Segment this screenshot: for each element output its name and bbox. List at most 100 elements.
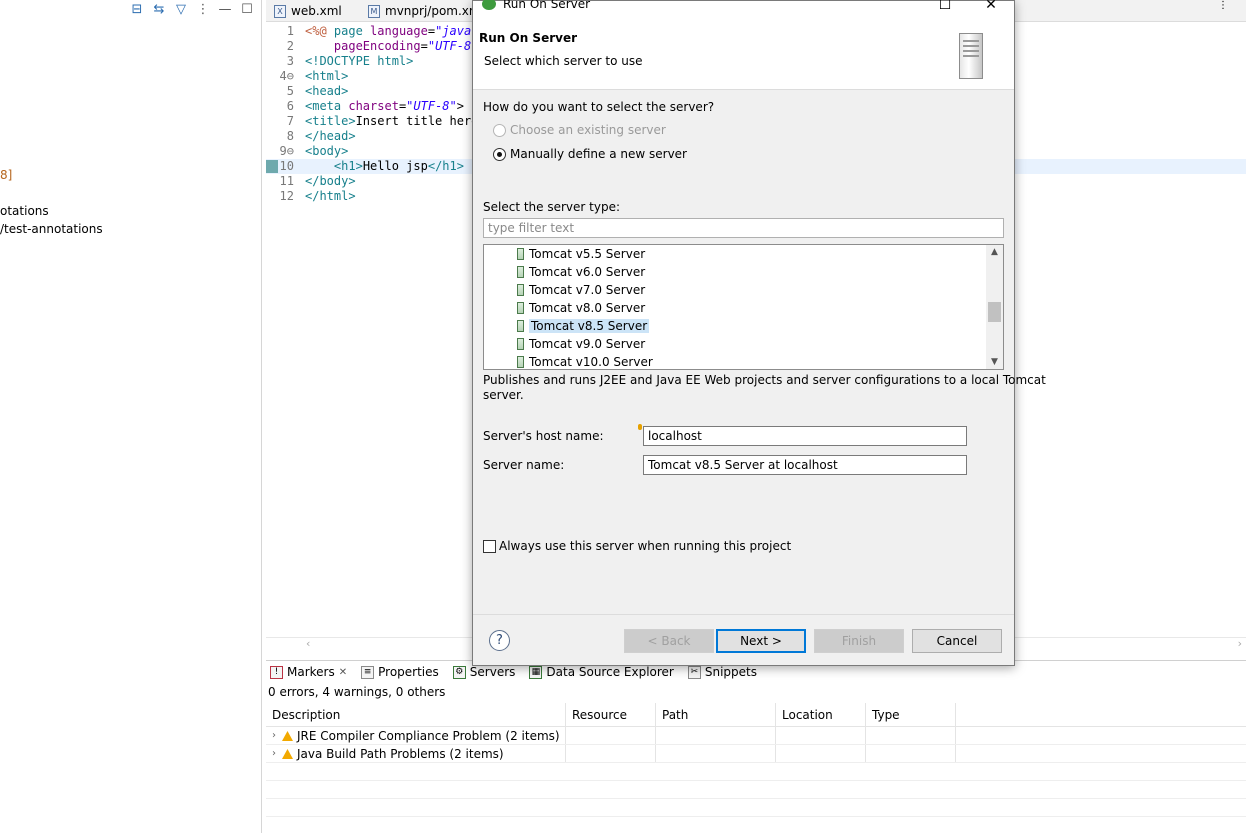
tab-servers[interactable]: ⚙ Servers: [452, 665, 515, 679]
host-name-field[interactable]: localhost: [643, 426, 967, 446]
close-icon[interactable]: ✕: [981, 0, 1001, 15]
maximize-icon[interactable]: ☐: [935, 0, 955, 15]
back-button[interactable]: < Back: [624, 629, 714, 653]
scroll-left-icon[interactable]: ‹: [306, 637, 310, 650]
radio-manual-label: Manually define a new server: [510, 147, 687, 161]
xml-file-icon: X: [274, 4, 286, 18]
tab-label: web.xml: [291, 4, 342, 18]
list-item[interactable]: Tomcat v8.0 Server: [517, 299, 645, 316]
always-use-checkbox[interactable]: [483, 540, 496, 553]
list-scrollbar[interactable]: ▲ ▼: [986, 245, 1003, 369]
tab-web-xml[interactable]: X web.xml: [274, 2, 342, 20]
list-item[interactable]: Tomcat v10.0 Server: [517, 353, 653, 369]
description-cell: › JRE Compiler Compliance Problem (2 item…: [266, 727, 566, 744]
dialog-banner: Run On Server Select which server to use: [473, 15, 1014, 90]
column-header-description[interactable]: Description: [266, 703, 566, 726]
list-item[interactable]: Tomcat v9.0 Server: [517, 335, 645, 352]
properties-icon: ≡: [361, 665, 375, 679]
dialog-titlebar[interactable]: Run On Server ☐ ✕: [473, 0, 1014, 15]
link-editor-icon[interactable]: ⇆: [151, 2, 167, 18]
tomcat-server-icon: [517, 319, 524, 332]
view-menu-icon[interactable]: ⋮: [195, 2, 211, 18]
line-number: 2: [286, 39, 294, 53]
column-header-type[interactable]: Type: [866, 703, 956, 726]
table-row[interactable]: › JRE Compiler Compliance Problem (2 item…: [266, 727, 1246, 745]
line-number: 9⊖: [279, 144, 294, 158]
list-item[interactable]: Tomcat v7.0 Server: [517, 281, 645, 298]
line-number: 12: [279, 189, 294, 203]
tree-item[interactable]: otations: [0, 204, 49, 218]
warning-icon: [282, 749, 293, 759]
tomcat-server-icon: [517, 283, 524, 296]
column-header-resource[interactable]: Resource: [566, 703, 656, 726]
list-item-selected[interactable]: Tomcat v8.5 Server: [517, 317, 650, 334]
next-button[interactable]: Next >: [716, 629, 806, 653]
scroll-up-icon[interactable]: ▲: [986, 247, 1003, 257]
info-decoration-icon: [638, 424, 642, 430]
list-item[interactable]: Tomcat v6.0 Server: [517, 263, 645, 280]
location-cell: [776, 727, 866, 744]
explorer-toolbar: ⊟ ⇆ ▽ ⋮ — ☐: [129, 0, 255, 20]
expand-icon[interactable]: ›: [272, 745, 276, 763]
code-text: </head>: [305, 129, 356, 143]
line-number: 1: [286, 24, 294, 38]
server-description-cont: server.: [483, 388, 524, 402]
servers-icon: ⚙: [452, 665, 466, 679]
radio-existing-server[interactable]: [493, 124, 506, 137]
tomcat-server-icon: [517, 247, 524, 260]
maximize-icon[interactable]: ☐: [239, 2, 255, 18]
tab-pom-xml[interactable]: M mvnprj/pom.xml: [368, 2, 484, 20]
bottom-panel: ! Markers ✕ ≡ Properties ⚙ Servers ▦ Dat…: [266, 660, 1246, 833]
current-line-marker: [266, 160, 278, 173]
footer-divider: [473, 614, 1014, 615]
scroll-thumb[interactable]: [988, 302, 1001, 322]
tomcat-server-icon: [517, 337, 524, 350]
tomcat-server-icon: [517, 301, 524, 314]
list-item[interactable]: Tomcat v5.5 Server: [517, 245, 645, 262]
filter-input[interactable]: type filter text: [483, 218, 1004, 238]
radio-existing-label: Choose an existing server: [510, 123, 666, 137]
scroll-down-icon[interactable]: ▼: [986, 357, 1003, 367]
table-row[interactable]: › Java Build Path Problems (2 items): [266, 745, 1246, 763]
type-cell: [866, 727, 956, 744]
server-type-list[interactable]: Tomcat v5.5 Server Tomcat v6.0 Server To…: [483, 244, 1004, 370]
type-cell: [866, 745, 956, 762]
warning-icon: [282, 731, 293, 741]
expand-icon[interactable]: ›: [272, 727, 276, 745]
tab-markers[interactable]: ! Markers ✕: [270, 665, 347, 679]
radio-manual-server[interactable]: [493, 148, 506, 161]
minimize-icon[interactable]: —: [217, 2, 233, 18]
table-header: Description Resource Path Location Type: [266, 703, 1246, 727]
tab-snippets[interactable]: ✂ Snippets: [687, 665, 757, 679]
tree-item[interactable]: 8]: [0, 168, 12, 182]
tree-item[interactable]: /test-annotations: [0, 222, 103, 236]
cancel-button[interactable]: Cancel: [912, 629, 1002, 653]
code-text: </html>: [305, 189, 356, 203]
filter-icon[interactable]: ▽: [173, 2, 189, 18]
banner-title: Run On Server: [479, 31, 578, 45]
path-cell: [656, 745, 776, 762]
server-name-field[interactable]: Tomcat v8.5 Server at localhost: [643, 455, 967, 475]
server-type-label: Select the server type:: [483, 200, 620, 214]
scroll-right-icon[interactable]: ›: [1238, 637, 1242, 650]
tab-data-source-explorer[interactable]: ▦ Data Source Explorer: [529, 665, 674, 679]
collapse-all-icon[interactable]: ⊟: [129, 2, 145, 18]
code-text: pageEncoding="UTF-8": [333, 39, 479, 53]
view-menu-icon[interactable]: ⋮: [1218, 0, 1246, 14]
tab-label: mvnprj/pom.xml: [385, 4, 484, 18]
column-header-path[interactable]: Path: [656, 703, 776, 726]
tab-properties[interactable]: ≡ Properties: [361, 665, 439, 679]
location-cell: [776, 745, 866, 762]
tab-label: Properties: [378, 665, 439, 679]
project-explorer: ⊟ ⇆ ▽ ⋮ — ☐ 8] otations /test-annotation…: [0, 0, 262, 833]
code-text: <title>Insert title here: [305, 114, 479, 128]
always-use-label: Always use this server when running this…: [499, 539, 792, 553]
line-number: 4⊖: [279, 69, 294, 83]
column-header-location[interactable]: Location: [776, 703, 866, 726]
close-icon[interactable]: ✕: [339, 667, 347, 678]
question-label: How do you want to select the server?: [483, 100, 715, 114]
code-text: <%@ page language="java": [305, 24, 479, 38]
path-cell: [656, 727, 776, 744]
finish-button[interactable]: Finish: [814, 629, 904, 653]
help-icon[interactable]: ?: [489, 630, 510, 651]
